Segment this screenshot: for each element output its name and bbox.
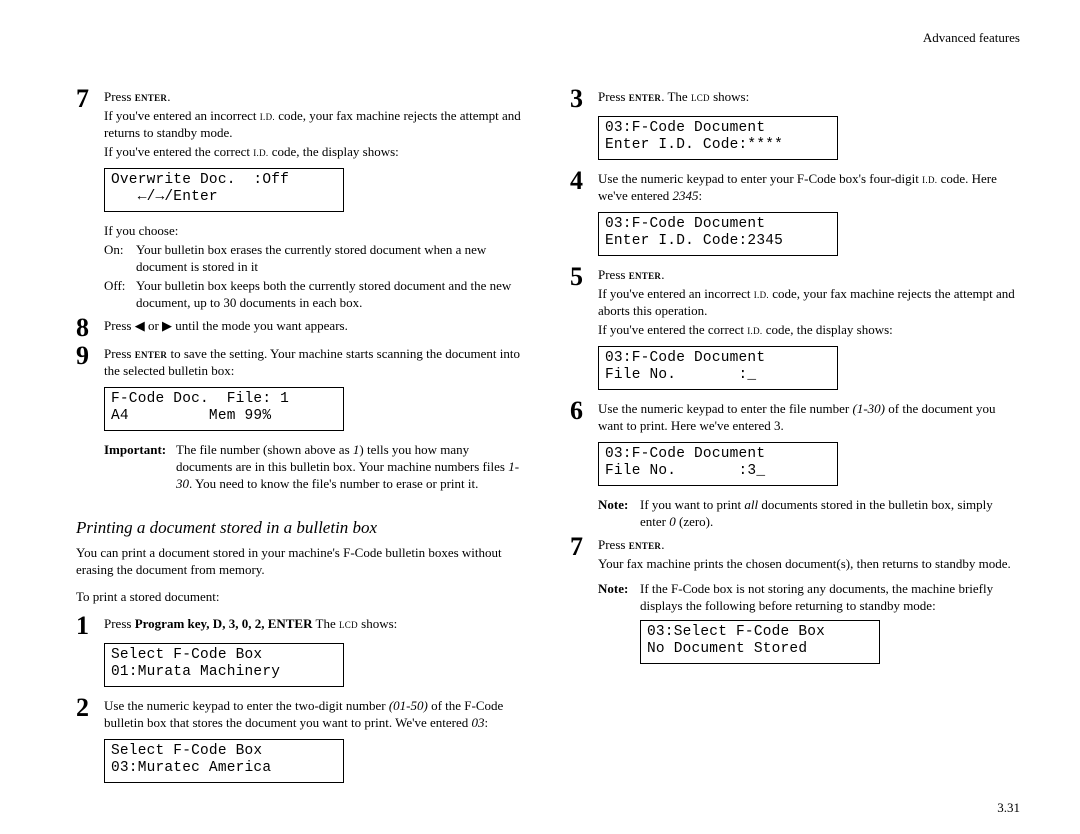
intro-para-2: To print a stored document: — [76, 588, 526, 605]
important-note: Important: The file number (shown above … — [104, 441, 526, 492]
step-number: 8 — [76, 317, 100, 339]
step-body: Press ENTER. Your fax machine prints the… — [598, 536, 1020, 574]
step-number: 9 — [76, 345, 100, 367]
right-column: 3 Press ENTER. The LCD shows: 03:F-Code … — [570, 88, 1020, 793]
columns: 7 Press ENTER. If you've entered an inco… — [76, 88, 1020, 793]
lcd-file-no-blank: 03:F-Code Document File No. :_ — [598, 346, 838, 390]
r-step-7: 7 Press ENTER. Your fax machine prints t… — [570, 536, 1020, 574]
note-text: If the F-Code box is not storing any doc… — [640, 580, 1020, 614]
lcd-file-no-3: 03:F-Code Document File No. :3_ — [598, 442, 838, 486]
lcd-wrap: 03:Select F-Code Box No Document Stored — [640, 620, 1020, 664]
note-print-all: Note: If you want to print all documents… — [598, 496, 1020, 530]
if-you-choose: If you choose: — [104, 222, 526, 239]
manual-page: Advanced features 3.31 7 Press ENTER. If… — [0, 0, 1080, 834]
lcd-overwrite: Overwrite Doc. :Off ←/→/Enter — [104, 168, 344, 212]
page-number: 3.31 — [997, 800, 1020, 816]
step-number: 1 — [76, 615, 100, 637]
print-step-2: 2 Use the numeric keypad to enter the tw… — [76, 697, 526, 733]
step-number: 5 — [570, 266, 594, 288]
step-body: Use the numeric keypad to enter the two-… — [104, 697, 526, 733]
lcd-no-document-stored: 03:Select F-Code Box No Document Stored — [640, 620, 880, 664]
step-body: Press ENTER. The LCD shows: — [598, 88, 1020, 107]
def-off: Off: Your bulletin box keeps both the cu… — [104, 277, 526, 311]
step-body: Use the numeric keypad to enter your F-C… — [598, 170, 1020, 206]
lcd-enter-id-2345: 03:F-Code Document Enter I.D. Code:2345 — [598, 212, 838, 256]
lcd-enter-id-mask: 03:F-Code Document Enter I.D. Code:**** — [598, 116, 838, 160]
step-7: 7 Press ENTER. If you've entered an inco… — [76, 88, 526, 162]
step-body: Press ENTER. If you've entered an incorr… — [104, 88, 526, 162]
step-9: 9 Press ENTER to save the setting. Your … — [76, 345, 526, 381]
left-column: 7 Press ENTER. If you've entered an inco… — [76, 88, 526, 793]
header-section: Advanced features — [923, 30, 1020, 46]
r-step-5: 5 Press ENTER. If you've entered an inco… — [570, 266, 1020, 340]
step-number: 7 — [570, 536, 594, 558]
step-body: Press ◀ or ▶ until the mode you want app… — [104, 317, 526, 336]
note-text: If you want to print all documents store… — [640, 496, 1020, 530]
lcd-fcode-doc: F-Code Doc. File: 1 A4 Mem 99% — [104, 387, 344, 431]
label-note: Note: — [598, 580, 640, 614]
label-important: Important: — [104, 441, 176, 492]
def-on: On: Your bulletin box erases the current… — [104, 241, 526, 275]
lcd-select-box-01: Select F-Code Box 01:Murata Machinery — [104, 643, 344, 687]
important-text: The file number (shown above as 1) tells… — [176, 441, 526, 492]
step-body: Press ENTER. If you've entered an incorr… — [598, 266, 1020, 340]
r-step-6: 6 Use the numeric keypad to enter the fi… — [570, 400, 1020, 436]
step-number: 4 — [570, 170, 594, 192]
step-body: Use the numeric keypad to enter the file… — [598, 400, 1020, 436]
step-number: 3 — [570, 88, 594, 110]
on-off-defs: On: Your bulletin box erases the current… — [104, 241, 526, 311]
note-no-document: Note: If the F-Code box is not storing a… — [598, 580, 1020, 614]
step-number: 2 — [76, 697, 100, 719]
r-step-4: 4 Use the numeric keypad to enter your F… — [570, 170, 1020, 206]
step-number: 7 — [76, 88, 100, 110]
label-note: Note: — [598, 496, 640, 530]
section-title-printing: Printing a document stored in a bulletin… — [76, 518, 526, 538]
print-step-1: 1 Press Program key, D, 3, 0, 2, ENTER T… — [76, 615, 526, 637]
step-8: 8 Press ◀ or ▶ until the mode you want a… — [76, 317, 526, 339]
lcd-select-box-03: Select F-Code Box 03:Muratec America — [104, 739, 344, 783]
r-step-3: 3 Press ENTER. The LCD shows: — [570, 88, 1020, 110]
step-body: Press Program key, D, 3, 0, 2, ENTER The… — [104, 615, 526, 634]
step-body: Press ENTER to save the setting. Your ma… — [104, 345, 526, 381]
step-number: 6 — [570, 400, 594, 422]
intro-para: You can print a document stored in your … — [76, 544, 526, 578]
